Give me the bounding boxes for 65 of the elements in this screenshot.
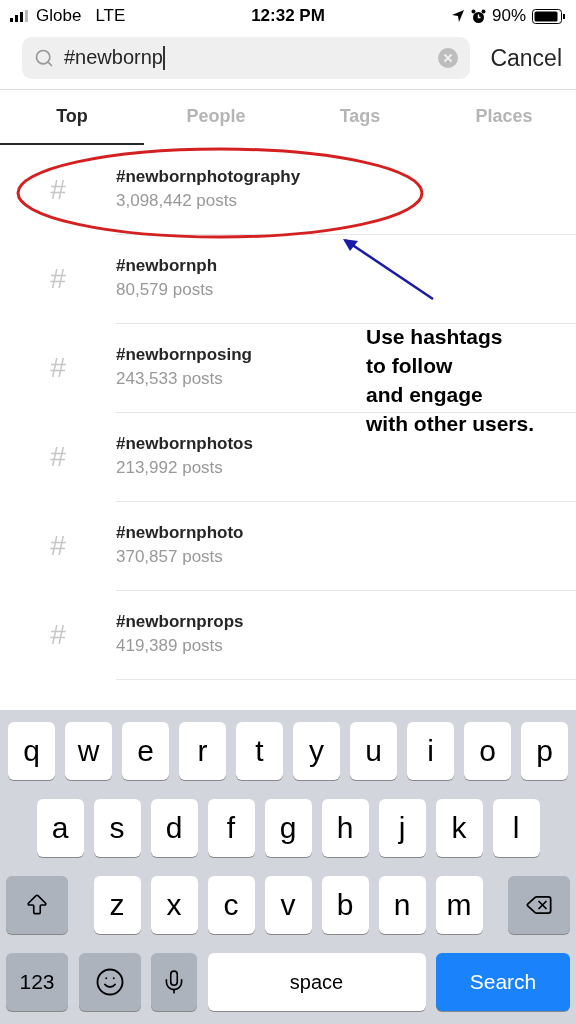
hashtag-icon: # [0, 173, 116, 206]
post-count: 80,579 posts [116, 280, 215, 300]
letter-key[interactable]: v [264, 876, 312, 934]
emoji-key[interactable] [78, 953, 141, 1011]
letter-key[interactable]: r [179, 722, 226, 780]
search-field[interactable]: #newbornp [22, 37, 471, 79]
letter-key[interactable]: a [36, 799, 84, 857]
search-icon [34, 48, 54, 68]
letter-key[interactable]: z [93, 876, 141, 934]
post-count: 213,992 posts [116, 458, 224, 478]
battery-icon [532, 8, 566, 24]
hashtag-name[interactable]: #newbornphotography [116, 167, 576, 187]
post-count: 419,389 posts [116, 636, 224, 656]
hashtag-name[interactable]: #newbornphoto [116, 523, 576, 543]
shift-key[interactable] [6, 876, 68, 934]
letter-key[interactable]: o [464, 722, 511, 780]
post-count: 3,098,442 posts [116, 191, 238, 211]
tab[interactable]: Top [0, 90, 144, 145]
letter-key[interactable]: j [378, 799, 426, 857]
emoji-icon [94, 967, 125, 997]
letter-key[interactable]: t [236, 722, 283, 780]
hashtag-icon: # [0, 262, 116, 295]
letter-key[interactable]: e [122, 722, 169, 780]
letter-key[interactable]: h [321, 799, 369, 857]
letter-key[interactable]: f [207, 799, 255, 857]
hashtag-name[interactable]: #newbornprops [116, 612, 576, 632]
letter-key[interactable]: l [492, 799, 540, 857]
post-count: 243,533 posts [116, 369, 224, 389]
battery-percent: 90% [492, 6, 526, 26]
hashtag-icon: # [0, 529, 116, 562]
letter-key[interactable]: y [293, 722, 340, 780]
letter-key[interactable]: i [407, 722, 454, 780]
letter-key[interactable]: q [8, 722, 55, 780]
search-query: #newbornp [64, 45, 429, 71]
delete-key[interactable] [508, 876, 570, 934]
hashtag-icon: # [0, 618, 116, 651]
cancel-button[interactable]: Cancel [490, 44, 562, 72]
hashtag-name[interactable]: #newbornphotos [116, 434, 576, 454]
letter-key[interactable]: x [150, 876, 198, 934]
numbers-key[interactable]: 123 [6, 953, 68, 1011]
letter-key[interactable]: k [435, 799, 483, 857]
letter-key[interactable]: p [521, 722, 568, 780]
annotation-text: Use hashtags to follow and engage with other users. [366, 324, 535, 437]
letter-key[interactable]: w [65, 722, 112, 780]
letter-key[interactable]: b [321, 876, 369, 934]
hashtag-icon: # [0, 351, 116, 384]
clock-time: 12:32 PM [251, 6, 325, 26]
letter-key[interactable]: s [93, 799, 141, 857]
post-count: 370,857 posts [116, 547, 224, 567]
network-type: LTE [95, 6, 126, 26]
location-arrow-icon [451, 9, 465, 23]
dictation-key[interactable] [151, 953, 197, 1011]
letter-key[interactable]: n [378, 876, 426, 934]
letter-key[interactable]: g [264, 799, 312, 857]
hashtag-icon: # [0, 440, 116, 473]
carrier-name: Globe [36, 6, 82, 26]
hashtag-name[interactable]: #newbornph [116, 256, 576, 276]
letter-key[interactable]: d [150, 799, 198, 857]
letter-key[interactable]: u [350, 722, 397, 780]
search-key[interactable]: Search [436, 953, 570, 1011]
alarm-clock-icon [471, 8, 486, 24]
space-key[interactable]: space [207, 953, 426, 1011]
letter-key[interactable]: c [207, 876, 255, 934]
letter-key[interactable]: m [435, 876, 483, 934]
signal-icon [10, 10, 30, 22]
